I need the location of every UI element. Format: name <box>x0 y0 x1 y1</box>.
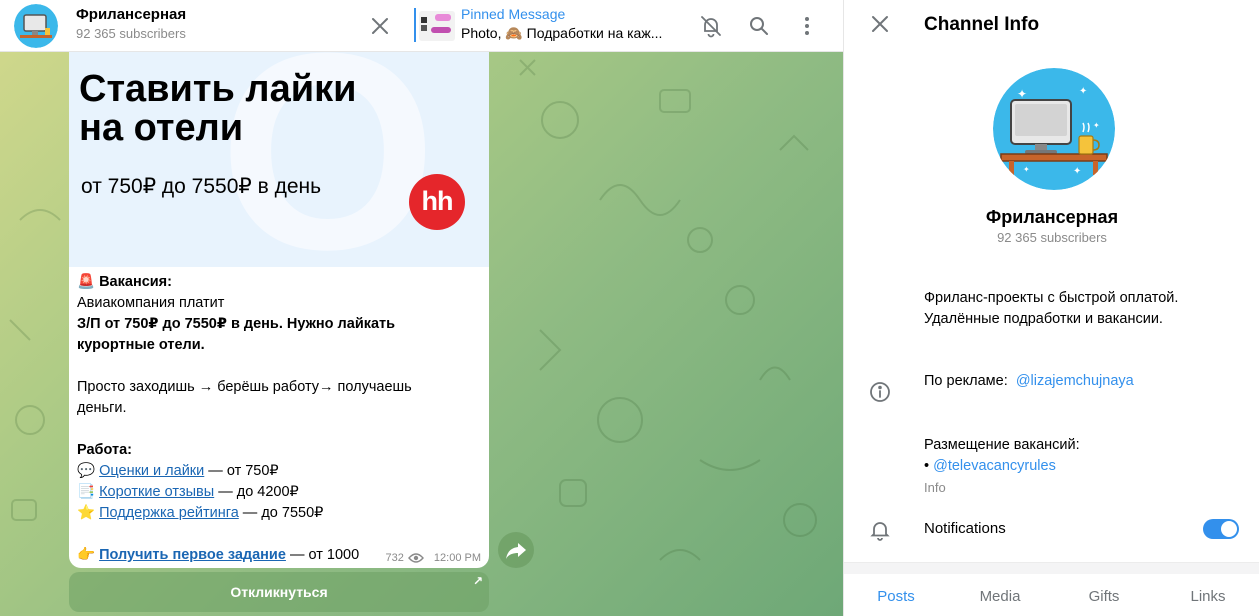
close-panel-icon[interactable] <box>866 10 894 38</box>
tab-posts[interactable]: Posts <box>844 574 948 616</box>
work-item: ⭐ Поддержка рейтинга — до 7550₽ <box>77 503 481 524</box>
work-item-emoji: 💬 <box>77 463 96 479</box>
work-item: 💬 Оценки и лайки — от 750₽ <box>77 461 481 482</box>
message-line-bold: курортные отели. <box>77 337 205 353</box>
info-icon <box>868 380 892 404</box>
bell-icon <box>868 518 892 542</box>
work-item: 📑 Короткие отзывы — до 4200₽ <box>77 482 481 503</box>
vacancy-label: 🚨 Вакансия: <box>77 274 172 290</box>
views-count: 732 <box>385 552 404 564</box>
message-text: 🚨 Вакансия: Авиакомпания платит З/П от 7… <box>77 272 481 566</box>
cta-rest: — от 1000 <box>285 547 360 563</box>
pinned-thumbnail[interactable] <box>419 11 455 41</box>
work-label: Работа: <box>77 442 132 458</box>
vacancy-contact: Размещение вакансий: • @televacancyrules <box>924 435 1080 477</box>
message-bubble[interactable]: O Ставить лайки на отели от 750₽ до 7550… <box>69 52 489 568</box>
work-item-link[interactable]: Поддержка рейтинга <box>99 505 239 521</box>
pinned-message-text[interactable]: Photo, 🙈 Подработки на каж... <box>461 25 666 42</box>
banner-subtitle: от 750₽ до 7550₽ в день <box>81 175 322 198</box>
vacancy-contact-link[interactable]: @televacancyrules <box>933 458 1056 474</box>
info-caption: Info <box>924 480 946 495</box>
ad-contact-link[interactable]: @lizajemchujnaya <box>1016 373 1134 389</box>
close-pinned-icon[interactable] <box>366 12 394 40</box>
pinned-indicator <box>414 8 416 42</box>
notifications-label: Notifications <box>924 520 1006 537</box>
bullet: • <box>924 458 934 474</box>
message-line: Авиакомпания платит <box>77 295 225 311</box>
panel-title: Channel Info <box>924 14 1040 35</box>
more-menu-icon[interactable] <box>793 12 821 40</box>
chat-subscribers: 92 365 subscribers <box>76 26 186 41</box>
chat-area: Фрилансерная 92 365 subscribers Pinned M… <box>0 0 843 616</box>
svg-text:✦: ✦ <box>1023 165 1030 174</box>
message-time: 12:00 PM <box>433 552 481 564</box>
channel-info-panel: Channel Info ✦ ✦ ✦ ✦ ✦ Фрилансерная 92 3… <box>843 0 1259 616</box>
inline-reply-label: Откликнуться <box>230 584 328 600</box>
channel-avatar[interactable] <box>14 4 58 48</box>
work-item-price: — до 4200₽ <box>214 484 299 500</box>
ad-contact: По рекламе: @lizajemchujnaya <box>924 373 1134 389</box>
vacancy-label: Размещение вакансий: <box>924 437 1080 453</box>
forward-icon <box>506 543 526 559</box>
message-line-bold: З/П от 750₽ до 7550₽ в день. Нужно лайка… <box>77 316 396 332</box>
tab-links[interactable]: Links <box>1156 574 1259 616</box>
message-line: деньги. <box>77 400 127 416</box>
message-photo[interactable]: O Ставить лайки на отели от 750₽ до 7550… <box>69 52 489 267</box>
banner-title: Ставить лайки на отели <box>79 68 357 149</box>
chat-header: Фрилансерная 92 365 subscribers Pinned M… <box>0 0 843 52</box>
channel-description: Фриланс-проекты с быстрой оплатой. Удалё… <box>924 290 1179 327</box>
svg-text:✦: ✦ <box>1093 121 1100 130</box>
cta-link[interactable]: Получить первое задание <box>99 547 286 563</box>
svg-text:✦: ✦ <box>1079 86 1087 97</box>
forward-button[interactable] <box>498 532 534 568</box>
media-tabs: Posts Media Gifts Links <box>844 574 1259 616</box>
work-item-link[interactable]: Короткие отзывы <box>99 484 214 500</box>
ad-label: По рекламе: <box>924 373 1008 389</box>
work-item-emoji: ⭐ <box>77 505 96 521</box>
work-item-emoji: 📑 <box>77 484 96 500</box>
cta-emoji: 👉 <box>77 547 96 563</box>
pinned-message-title[interactable]: Pinned Message <box>461 6 565 22</box>
hh-logo: hh <box>409 174 465 230</box>
svg-text:✦: ✦ <box>1017 87 1027 101</box>
notifications-toggle[interactable] <box>1203 519 1239 539</box>
toggle-knob <box>1221 521 1237 537</box>
inline-reply-button[interactable]: Откликнуться ↗ <box>69 572 489 612</box>
search-icon[interactable] <box>745 12 773 40</box>
chat-title[interactable]: Фрилансерная <box>76 6 186 23</box>
eye-icon <box>407 553 424 563</box>
tab-media[interactable]: Media <box>948 574 1052 616</box>
channel-avatar-image <box>14 4 58 48</box>
external-arrow-icon: ↗ <box>472 574 483 588</box>
work-item-price: — от 750₽ <box>204 463 279 479</box>
message-line: Просто заходишь → берёшь работу→ получае… <box>77 379 412 395</box>
panel-subscribers: 92 365 subscribers <box>997 230 1107 245</box>
panel-channel-name: Фрилансерная <box>985 207 1119 227</box>
panel-channel-avatar[interactable]: ✦ ✦ ✦ ✦ ✦ <box>993 68 1115 190</box>
mute-bell-icon[interactable] <box>697 12 725 40</box>
section-divider <box>844 562 1259 574</box>
channel-avatar-image: ✦ ✦ ✦ ✦ ✦ <box>993 68 1115 190</box>
svg-text:✦: ✦ <box>1073 166 1081 177</box>
work-item-price: — до 7550₽ <box>238 505 324 521</box>
tab-gifts[interactable]: Gifts <box>1052 574 1156 616</box>
message-meta: 732 12:00 PM <box>386 552 481 564</box>
work-item-link[interactable]: Оценки и лайки <box>99 463 204 479</box>
